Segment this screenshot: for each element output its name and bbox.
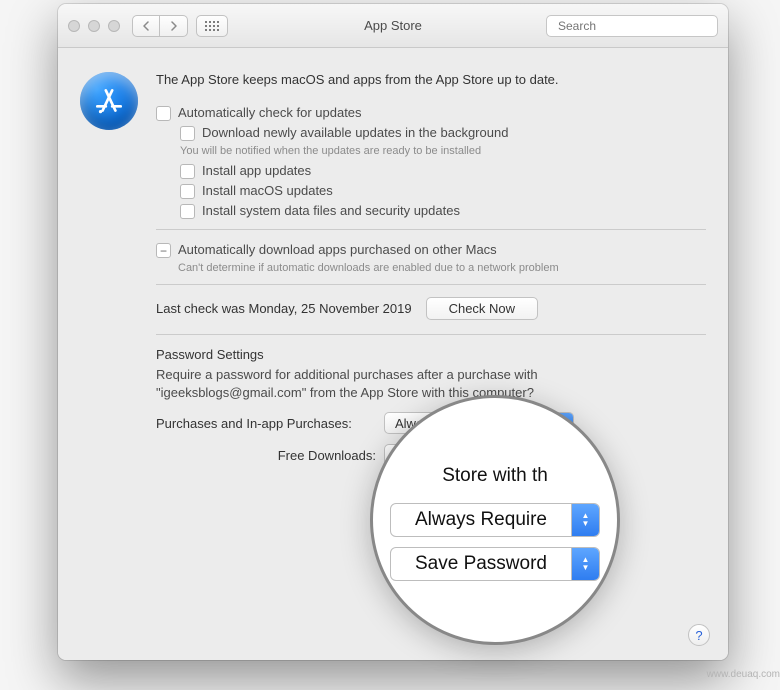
divider: [156, 284, 706, 285]
download-background-sub: You will be notified when the updates ar…: [180, 145, 706, 157]
install-macos-updates-label: Install macOS updates: [202, 183, 333, 198]
install-system-data-label: Install system data files and security u…: [202, 203, 460, 218]
intro-text: The App Store keeps macOS and apps from …: [156, 72, 706, 87]
free-downloads-label: Free Downloads:: [156, 448, 376, 463]
auto-check-label: Automatically check for updates: [178, 105, 362, 120]
mag-purchases-select[interactable]: Always Require ▲▼: [390, 503, 600, 537]
auto-download-sub: Can't determine if automatic downloads a…: [178, 262, 706, 274]
divider: [156, 229, 706, 230]
mag-opt1: Always Require: [391, 509, 571, 531]
title-bar: App Store: [58, 4, 728, 48]
show-all-button[interactable]: [196, 15, 228, 37]
app-store-icon: [80, 72, 138, 130]
last-check-text: Last check was Monday, 25 November 2019: [156, 301, 412, 316]
auto-check-updates-checkbox[interactable]: Automatically check for updates: [156, 105, 706, 121]
check-now-button[interactable]: Check Now: [426, 297, 538, 320]
password-settings-desc: Require a password for additional purcha…: [156, 366, 706, 402]
auto-download-purchased-checkbox[interactable]: − Automatically download apps purchased …: [156, 242, 706, 258]
password-settings-header: Password Settings: [156, 347, 706, 362]
nav-buttons: [132, 15, 188, 37]
divider: [156, 334, 706, 335]
checkbox-icon: [180, 184, 195, 199]
magnifier-overlay: Store with th Always Require ▲▼ Save Pas…: [370, 395, 620, 645]
zoom-window-button[interactable]: [108, 20, 120, 32]
checkbox-icon: [180, 204, 195, 219]
back-button[interactable]: [132, 15, 160, 37]
traffic-lights: [68, 20, 120, 32]
select-arrows-icon: ▲▼: [571, 548, 599, 580]
install-system-data-checkbox[interactable]: Install system data files and security u…: [180, 203, 706, 219]
help-button[interactable]: ?: [688, 624, 710, 646]
mag-free-downloads-select[interactable]: Save Password ▲▼: [390, 547, 600, 581]
close-window-button[interactable]: [68, 20, 80, 32]
checkbox-icon: [180, 164, 195, 179]
checkbox-icon: [156, 106, 171, 121]
purchases-label: Purchases and In-app Purchases:: [156, 416, 376, 431]
install-macos-updates-checkbox[interactable]: Install macOS updates: [180, 183, 706, 199]
help-icon: ?: [695, 628, 702, 643]
grid-icon: [205, 21, 219, 31]
checkbox-icon: [180, 126, 195, 141]
install-app-updates-label: Install app updates: [202, 163, 311, 178]
download-background-label: Download newly available updates in the …: [202, 125, 508, 140]
forward-button[interactable]: [160, 15, 188, 37]
search-input[interactable]: [558, 19, 713, 33]
auto-download-purchased-label: Automatically download apps purchased on…: [178, 242, 497, 257]
mag-top-text: Store with th: [438, 459, 552, 493]
download-background-checkbox[interactable]: Download newly available updates in the …: [180, 125, 706, 141]
minimize-window-button[interactable]: [88, 20, 100, 32]
select-arrows-icon: ▲▼: [571, 504, 599, 536]
chevron-right-icon: [170, 21, 178, 31]
install-app-updates-checkbox[interactable]: Install app updates: [180, 163, 706, 179]
search-field[interactable]: [546, 15, 718, 37]
checkbox-mixed-icon: −: [156, 243, 171, 258]
chevron-left-icon: [142, 21, 150, 31]
watermark: www.deuaq.com: [707, 669, 780, 680]
mag-opt2: Save Password: [391, 553, 571, 575]
